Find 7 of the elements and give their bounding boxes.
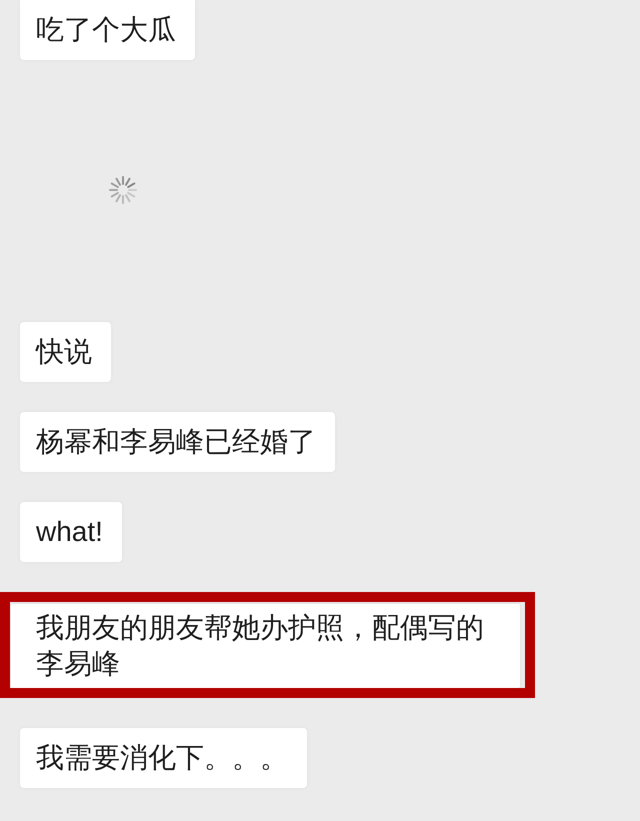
message-bubble: 我朋友的朋友帮她办护照，配偶写的李易峰	[11, 604, 520, 688]
message-bubble: 吃了个大瓜	[20, 0, 195, 60]
message-bubble: 我需要消化下。。。	[20, 728, 307, 788]
message-bubble: 杨幂和李易峰已经婚了	[20, 412, 335, 472]
loading-spinner-icon	[109, 176, 137, 204]
message-bubble: 快说	[20, 322, 111, 382]
message-bubble: what!	[20, 502, 122, 562]
